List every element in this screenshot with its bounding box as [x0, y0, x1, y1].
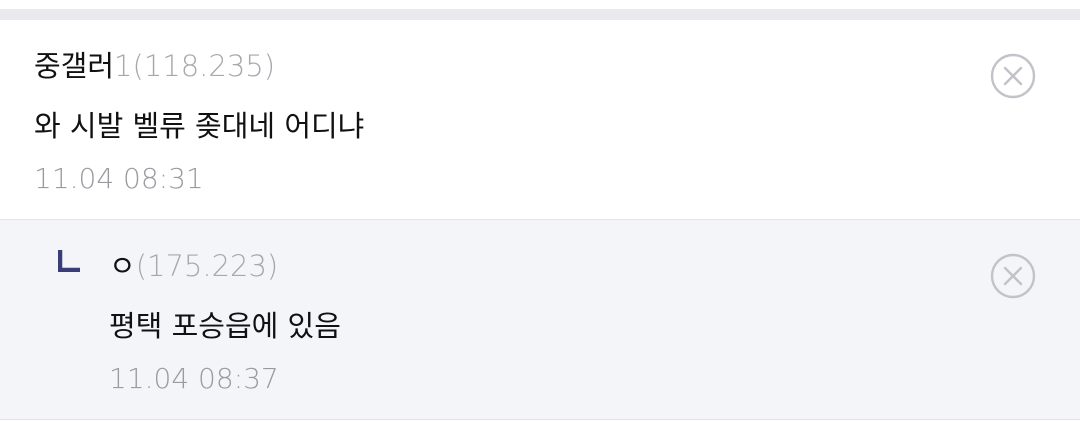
comment-content: 와 시발 벨류 좆대네 어디냐: [34, 109, 365, 143]
reply-content: 평택 포승읍에 있음: [109, 309, 341, 343]
delete-reply-button[interactable]: [990, 253, 1036, 299]
reply-timestamp: 11.04 08:37: [109, 362, 279, 395]
author-nickname: 중갤러: [34, 49, 115, 83]
top-separator-bar: [0, 9, 1080, 20]
circle-x-icon: [990, 253, 1036, 299]
reply-arrow-icon: [58, 250, 80, 272]
circle-x-icon: [990, 53, 1036, 99]
reply-author-ip: (175.223): [135, 249, 279, 283]
author-ip: (118.235): [132, 49, 276, 83]
comment-item: 중갤러1(118.235) 와 시발 벨류 좆대네 어디냐 11.04 08:3…: [0, 20, 1080, 220]
reply-author-nickname: ㅇ: [109, 249, 136, 283]
reply-author[interactable]: ㅇ(175.223): [109, 248, 278, 284]
author-nick-suffix: 1: [114, 49, 133, 83]
comment-author[interactable]: 중갤러1(118.235): [34, 48, 275, 84]
reply-item: ㅇ(175.223) 평택 포승읍에 있음 11.04 08:37: [0, 220, 1080, 420]
delete-comment-button[interactable]: [990, 53, 1036, 99]
comment-timestamp: 11.04 08:31: [34, 162, 204, 195]
